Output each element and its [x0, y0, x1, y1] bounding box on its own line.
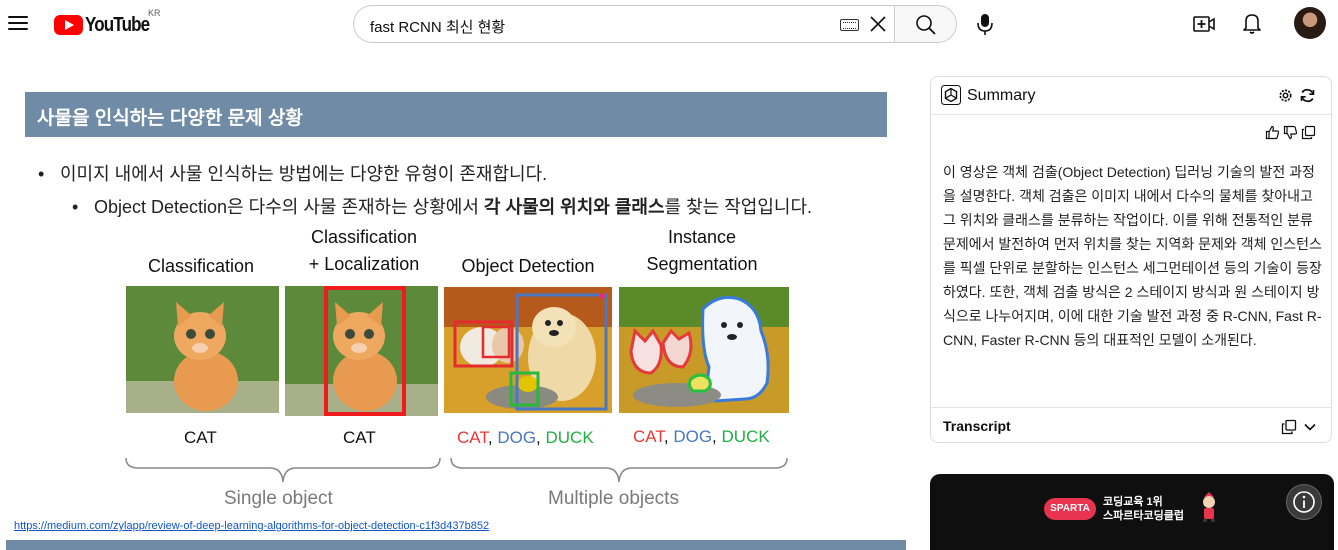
label-cat: CAT	[633, 427, 664, 446]
logo-text: YouTube	[85, 13, 150, 36]
cat-image-localization	[285, 286, 438, 416]
task-title-segmentation: Instance Segmentation	[622, 224, 782, 278]
task-title-line: Segmentation	[646, 254, 758, 274]
search-icon	[916, 15, 936, 35]
menu-icon[interactable]	[8, 13, 28, 31]
slide-bullet-2-prefix: Object Detection	[94, 197, 228, 217]
pets-image-segmentation	[619, 287, 789, 413]
summary-header: Summary	[931, 77, 1331, 115]
group-label-multiple: Multiple objects	[548, 488, 679, 509]
youtube-logo[interactable]: YouTube KR	[54, 8, 161, 36]
account-avatar[interactable]	[1294, 7, 1326, 39]
video-player[interactable]: 사물을 인식하는 다양한 문제 상황 • 이미지 내에서 사물 인식하는 방법에는…	[0, 56, 906, 550]
task-title-line: Instance	[667, 227, 737, 247]
summary-title: Summary	[967, 87, 1036, 104]
summary-panel: Summary 이 영상은 객체 검출(Object Detection) 딥러…	[930, 76, 1332, 443]
label-comma: ,	[712, 427, 722, 446]
thumbs-up-icon[interactable]	[1265, 125, 1280, 140]
mascot-icon	[1203, 492, 1215, 522]
microphone-icon[interactable]	[973, 10, 997, 38]
pets-image-detection	[444, 287, 612, 413]
thumbs-down-icon[interactable]	[1283, 125, 1298, 140]
chevron-down-icon[interactable]	[1303, 420, 1317, 434]
refresh-icon[interactable]	[1299, 87, 1316, 104]
result-label-localization: CAT	[343, 428, 376, 447]
keyboard-icon[interactable]	[840, 19, 859, 31]
slide-bullet-2-middle: 은 다수의 사물 존재하는 상황에서	[227, 197, 484, 217]
search-button[interactable]	[894, 5, 957, 43]
label-dog: DOG	[673, 427, 713, 446]
slide-footer-bar	[6, 540, 906, 550]
search-input[interactable]: fast RCNN 최신 현황	[353, 5, 894, 43]
label-comma: ,	[663, 427, 674, 446]
slide-title: 사물을 인식하는 다양한 문제 상황	[37, 108, 303, 129]
ad-text-line1: 코딩교육 1위	[1103, 496, 1163, 508]
result-label-detection: CAT, DOG, DUCK	[457, 428, 594, 448]
slide-bullet-2-bold: 각 사물의 위치와 클래스	[483, 197, 665, 217]
result-label-segmentation: CAT, DOG, DUCK	[633, 427, 770, 447]
chatgpt-icon	[941, 85, 961, 105]
group-label-single: Single object	[224, 488, 333, 509]
ad-info-button[interactable]	[1286, 484, 1322, 520]
copy-icon[interactable]	[1301, 125, 1316, 140]
ad-text: 코딩교육 1위 스파르타코딩클럽	[1103, 495, 1184, 523]
create-video-icon[interactable]	[1192, 12, 1216, 36]
label-cat: CAT	[457, 428, 488, 447]
label-comma: ,	[536, 428, 546, 447]
task-title-line: Classification	[147, 256, 255, 276]
label-duck: DUCK	[545, 428, 594, 447]
result-label-classification: CAT	[184, 428, 217, 447]
task-title-localization: Classification + Localization	[289, 224, 439, 278]
brace-single-object	[125, 457, 441, 483]
label-comma: ,	[487, 428, 498, 447]
summary-text: 이 영상은 객체 검출(Object Detection) 딥러닝 기술의 발전…	[943, 164, 1322, 348]
transcript-label: Transcript	[943, 418, 1011, 434]
gear-icon[interactable]	[1277, 87, 1294, 104]
cat-image-classification	[126, 286, 279, 413]
task-title-detection: Object Detection	[447, 253, 609, 280]
sparta-logo-badge: SPARTA	[1044, 498, 1096, 520]
youtube-play-icon	[54, 15, 83, 35]
task-title-classification: Classification	[126, 253, 276, 280]
label-duck: DUCK	[721, 427, 770, 446]
slide-bullet-2-suffix: 를 찾는 작업입니다.	[664, 197, 813, 217]
sponsored-ad[interactable]: SPARTA 코딩교육 1위 스파르타코딩클럽	[930, 474, 1334, 550]
task-title-line: Object Detection	[461, 256, 595, 276]
slide-bullet-2: • Object Detection은 다수의 사물 존재하는 상황에서 각 사물…	[72, 197, 813, 217]
brace-multiple-objects	[450, 457, 788, 483]
masthead: YouTube KR fast RCNN 최신 현황	[0, 0, 1338, 50]
country-code: KR	[148, 8, 161, 18]
transcript-copy-icon[interactable]	[1281, 419, 1297, 435]
transcript-row[interactable]: Transcript	[931, 407, 1331, 443]
task-title-line: + Localization	[308, 254, 420, 274]
clear-search-icon[interactable]	[868, 14, 888, 34]
task-title-line: Classification	[310, 227, 418, 247]
notifications-bell-icon[interactable]	[1240, 11, 1264, 35]
feedback-icons	[1265, 125, 1316, 140]
ad-text-line2: 스파르타코딩클럽	[1103, 510, 1184, 522]
slide-bullet-1-text: 이미지 내에서 사물 인식하는 방법에는 다양한 유형이 존재합니다.	[60, 164, 548, 184]
slide-bullet-1: • 이미지 내에서 사물 인식하는 방법에는 다양한 유형이 존재합니다.	[38, 164, 548, 184]
slide-reference-link[interactable]: https://medium.com/zylapp/review-of-deep…	[14, 520, 489, 532]
info-icon	[1293, 491, 1315, 513]
slide-title-bar: 사물을 인식하는 다양한 문제 상황	[25, 92, 887, 137]
search-query: fast RCNN 최신 현황	[370, 19, 506, 36]
label-dog: DOG	[497, 428, 537, 447]
